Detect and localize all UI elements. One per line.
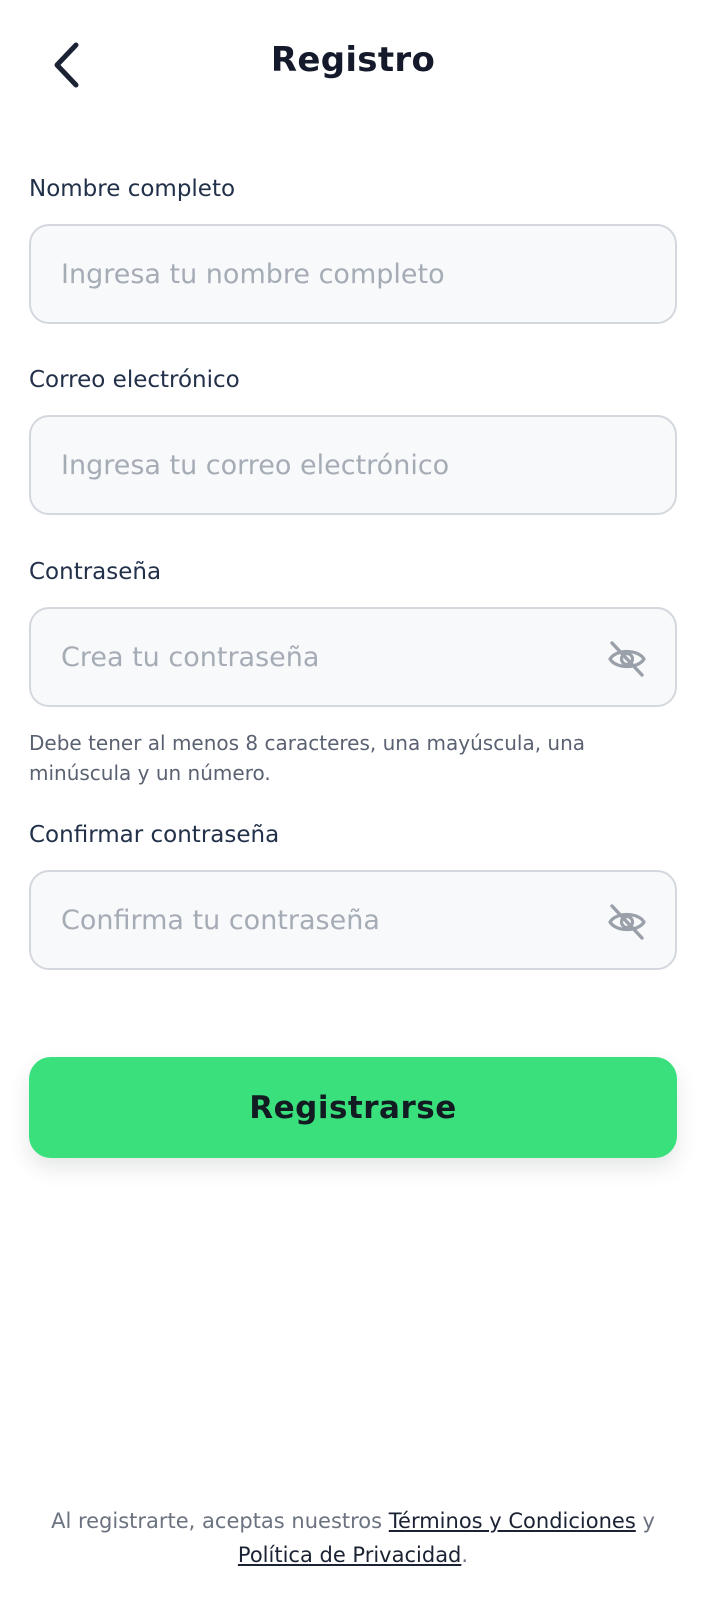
eye-off-icon xyxy=(608,641,646,677)
email-field: Correo electrónico xyxy=(29,363,677,515)
password-visibility-toggle[interactable] xyxy=(605,637,649,681)
full-name-label: Nombre completo xyxy=(29,176,236,202)
confirm-password-input-box[interactable] xyxy=(29,870,677,970)
email-label: Correo electrónico xyxy=(29,367,240,393)
eye-off-icon xyxy=(608,904,646,940)
confirm-password-field: Confirmar contraseña xyxy=(29,818,677,970)
legal-notice: Al registrarte, aceptas nuestros Término… xyxy=(20,1504,686,1572)
password-label: Contraseña xyxy=(29,559,162,585)
email-input-box[interactable] xyxy=(29,415,677,515)
app-header: Registro xyxy=(0,0,706,132)
terms-link[interactable]: Términos y Condiciones xyxy=(389,1509,636,1533)
privacy-link[interactable]: Política de Privacidad xyxy=(238,1543,461,1567)
password-input[interactable] xyxy=(61,641,601,673)
register-button[interactable]: Registrarse xyxy=(29,1057,677,1158)
confirm-password-visibility-toggle[interactable] xyxy=(605,900,649,944)
page-title: Registro xyxy=(270,40,436,80)
full-name-field: Nombre completo xyxy=(29,172,677,324)
legal-conjunction: y xyxy=(642,1509,655,1533)
confirm-password-label: Confirmar contraseña xyxy=(29,822,280,848)
register-button-label: Registrarse xyxy=(249,1089,457,1126)
password-input-box[interactable] xyxy=(29,607,677,707)
confirm-password-input[interactable] xyxy=(61,904,601,936)
password-field: Contraseña xyxy=(29,555,677,707)
legal-prefix: Al registrarte, aceptas nuestros xyxy=(51,1509,383,1533)
full-name-input-box[interactable] xyxy=(29,224,677,324)
full-name-input[interactable] xyxy=(61,258,601,290)
legal-period: . xyxy=(461,1543,469,1567)
password-hint: Debe tener al menos 8 caracteres, una ma… xyxy=(29,731,586,785)
email-input[interactable] xyxy=(61,449,601,481)
